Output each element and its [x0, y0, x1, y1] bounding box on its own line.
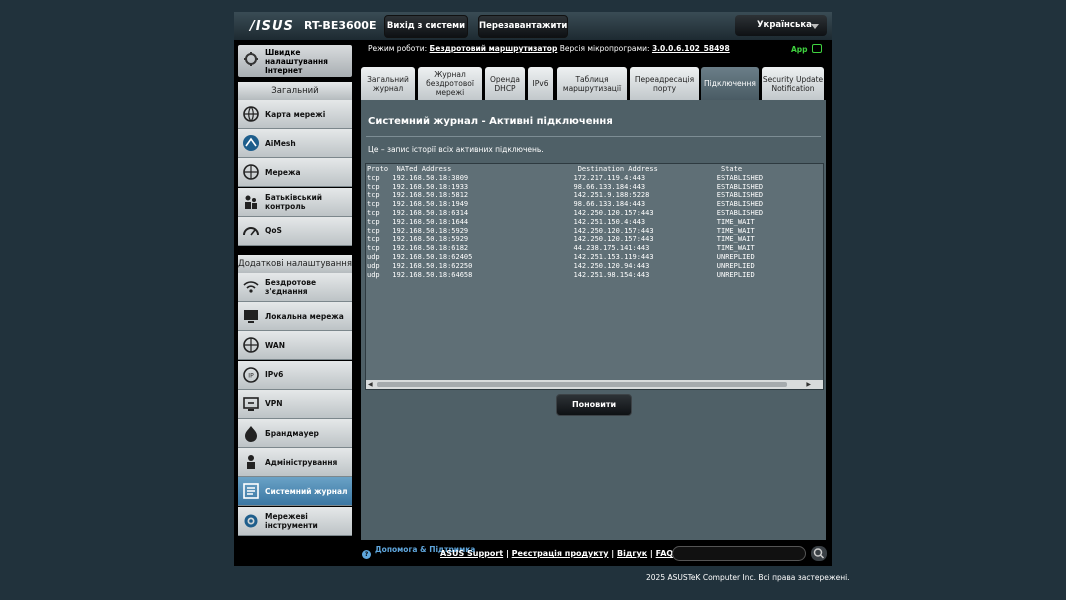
top-bar: /ISUS RT-BE3600E Вихід з системи Перезав… [234, 12, 832, 40]
admin-icon [247, 455, 255, 470]
sidebar-item-network-tools[interactable]: Мережеві інструменти [238, 506, 352, 536]
language-select[interactable]: Українська [735, 15, 827, 36]
scroll-left-icon[interactable]: ◀ [368, 381, 373, 388]
sidebar-item-label: AiMesh [265, 138, 296, 148]
sidebar-item-label: VPN [265, 399, 283, 409]
tab-4[interactable]: IPv6 [528, 67, 553, 100]
app-label[interactable]: App [791, 45, 808, 54]
firmware-label: Версія мікропрограми: [559, 44, 650, 53]
sidebar-item-network-map[interactable]: Карта мережі [238, 100, 352, 129]
sidebar-item-label: Брандмауер [265, 428, 319, 438]
product-registration-link[interactable]: Реєстрація продукту [512, 549, 609, 558]
sidebar-item-label: Мережеві інструменти [265, 511, 318, 530]
logout-button[interactable]: Вихід з системи [384, 15, 468, 38]
operation-mode-link[interactable]: Бездротовий маршрутизатор [430, 44, 558, 53]
title-divider [366, 136, 821, 137]
firewall-icon [245, 426, 257, 442]
network-tools-icon [244, 514, 258, 528]
quick-setup-icon [244, 52, 258, 66]
model-name: RT-BE3600E [304, 19, 377, 32]
tab-1[interactable]: Загальний журнал [361, 67, 415, 100]
tab-7[interactable]: Підключення [701, 67, 759, 100]
sidebar-item-label: Карта мережі [265, 109, 326, 119]
sidebar-item-ipv6[interactable]: IP IPv6 [238, 360, 352, 390]
refresh-button[interactable]: Поновити [556, 394, 632, 416]
sidebar-item-label: Адміністрування [265, 457, 338, 467]
ipv6-icon: IP [243, 366, 259, 383]
scrollbar-thumb[interactable] [377, 382, 787, 387]
tab-8[interactable]: Security Update Notification [762, 67, 824, 100]
reboot-button[interactable]: Перезавантажити [478, 15, 568, 38]
sidebar-item-globe[interactable]: WAN [238, 331, 352, 361]
sidebar-item-globe[interactable]: Мережа [238, 158, 352, 188]
page-description: Це – запис історії всіх активних підключ… [368, 145, 544, 154]
chevron-down-icon [811, 24, 819, 29]
lan-icon [244, 310, 258, 324]
vpn-icon [243, 396, 259, 411]
advanced-section-header: Додаткові налаштування [238, 255, 352, 273]
wifi-icon [243, 281, 259, 293]
sidebar-item-vpn[interactable]: VPN [238, 389, 352, 419]
svg-text:IP: IP [248, 372, 254, 379]
sidebar-item-wifi[interactable]: Бездротове з'єднання [238, 273, 352, 302]
content-panel: Системний журнал - Активні підключення Ц… [361, 100, 826, 540]
sidebar-item-label: Локальна мережа [265, 311, 344, 321]
search-icon[interactable] [811, 546, 827, 561]
tab-5[interactable]: Таблиця маршрутизації [557, 67, 627, 100]
tab-6[interactable]: Переадресація порту [630, 67, 699, 100]
sidebar-item-lan[interactable]: Локальна мережа [238, 302, 352, 332]
quick-internet-label: Швидке налаштування Інтернет [265, 47, 328, 75]
sidebar-item-label: Бездротове з'єднання [265, 278, 317, 296]
asus-support-link[interactable]: ASUS Support [440, 549, 503, 558]
page-title: Системний журнал - Активні підключення [368, 116, 613, 127]
sidebar-item-label: Батьківський контроль [265, 192, 323, 211]
connections-log-textarea[interactable]: Proto NATed Address Destination Address … [365, 163, 824, 390]
aimesh-icon [243, 135, 259, 152]
mode-label: Режим роботи: [368, 44, 428, 53]
search-input[interactable] [672, 546, 806, 561]
network-map-icon [243, 106, 259, 122]
family-icon [245, 195, 257, 209]
sidebar-item-label: IPv6 [265, 370, 284, 380]
asus-logo: /ISUS [250, 19, 294, 34]
sidebar-item-label: QoS [265, 226, 282, 236]
router-frame: /ISUS RT-BE3600E Вихід з системи Перезав… [234, 12, 832, 566]
sidebar-item-admin[interactable]: Адміністрування [238, 448, 352, 478]
copyright-text: 2025 ASUSTeK Computer Inc. Всі права зас… [646, 573, 850, 582]
faq-link[interactable]: FAQ [656, 549, 674, 558]
sidebar-item-firewall[interactable]: Брандмауер [238, 419, 352, 448]
firmware-version-link[interactable]: 3.0.0.6.102_58498 [652, 44, 730, 53]
footer: ? Допомога & Підтримка ASUS Support | Ре… [234, 542, 832, 566]
sidebar-item-label: Мережа [265, 167, 301, 177]
globe-icon [243, 164, 259, 181]
sidebar-item-label: Системний журнал [265, 486, 348, 496]
globe-icon [243, 337, 259, 354]
help-icon: ? [362, 550, 371, 559]
tab-2[interactable]: Журнал бездротової мережі [418, 67, 482, 100]
app-icon[interactable] [812, 44, 822, 53]
connections-log-text: Proto NATed Address Destination Address … [367, 165, 764, 279]
operation-mode-line: Режим роботи: Бездротовий маршрутизатор … [368, 44, 730, 53]
scroll-right-icon[interactable]: ▶ [806, 381, 811, 388]
language-value: Українська [757, 20, 812, 30]
sidebar-item-system-log[interactable]: Системний журнал [238, 477, 352, 507]
qos-gauge-icon [243, 226, 259, 236]
sidebar-item-aimesh[interactable]: AiMesh [238, 129, 352, 159]
sidebar-item-label: WAN [265, 340, 286, 350]
tab-3[interactable]: Оренда DHCP [485, 67, 525, 100]
horizontal-scrollbar[interactable]: ◀ ▶ [366, 380, 823, 389]
quick-internet-setup-button[interactable]: Швидке налаштування Інтернет [238, 45, 352, 77]
general-section-header: Загальний [238, 82, 352, 100]
system-log-icon [243, 483, 259, 500]
sidebar-item-family[interactable]: Батьківський контроль [238, 187, 352, 217]
sidebar-item-qos-gauge[interactable]: QoS [238, 216, 352, 246]
feedback-link[interactable]: Відгук [617, 549, 647, 558]
footer-links: ASUS Support | Реєстрація продукту | Від… [440, 549, 674, 558]
